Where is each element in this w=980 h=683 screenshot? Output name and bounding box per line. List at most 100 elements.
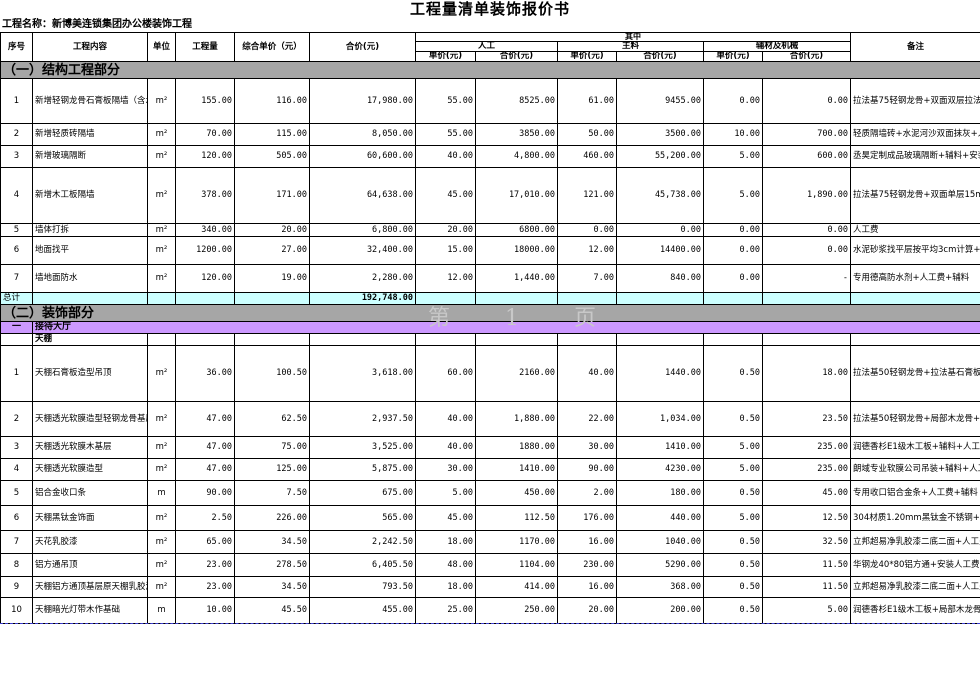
cell-mp: 61.00 [557,78,617,124]
cell-price: 505.00 [234,145,310,168]
cell-lt: 450.00 [475,480,558,506]
cell-amount: 17,980.00 [309,78,416,124]
cell-lt: 2160.00 [475,345,558,402]
header-among: 其中 [415,32,851,42]
cell-lt: 1104.00 [475,553,558,577]
cell-unit: m² [147,236,176,265]
cell-item: 天棚透光软膜造型轻钢龙骨基层 [32,401,148,437]
cell-ap: 0.00 [703,264,763,293]
cell-qty: 120.00 [175,264,235,293]
cell-item: 新增轻钢龙骨石膏板隔墙（含水泥板） [32,78,148,124]
cell-item: 天棚铝方通顶基层原天棚乳胶漆 [32,576,148,598]
cell-at: 23.50 [762,401,851,437]
cell-seq: 4 [0,167,33,224]
cell-item: 天花乳胶漆 [32,530,148,554]
cell-at: 1,890.00 [762,167,851,224]
page-break-line [0,623,980,624]
cell-mp: 230.00 [557,553,617,577]
cell-unit: m [147,480,176,506]
cell-note: 人工费 [850,223,980,237]
cell-ap: 0.50 [703,597,763,624]
cell-mt: 9455.00 [616,78,704,124]
cell-ap: 0.50 [703,401,763,437]
cell-seq: 6 [0,236,33,265]
table-row: 7 墙地面防水 m² 120.00 19.00 2,280.00 12.00 1,440.00… [0,264,980,293]
cell-seq: 6 [0,505,33,531]
cell-qty: 2.50 [175,505,235,531]
cell-at: 11.50 [762,553,851,577]
cell-lp: 5.00 [415,480,476,506]
cell-lt: 112.50 [475,505,558,531]
cell-lp: 40.00 [415,145,476,168]
cell-at: 11.50 [762,576,851,598]
cell-item: 铝方通吊顶 [32,553,148,577]
cell-ap: 5.00 [703,436,763,459]
cell-unit: m² [147,553,176,577]
cell-lp: 18.00 [415,530,476,554]
cell-mt: 200.00 [616,597,704,624]
cell-qty: 47.00 [175,401,235,437]
cell-note: 立邦超易净乳胶漆二底二面+人工费+辅料 [850,530,980,554]
cell-lt: 1,880.00 [475,401,558,437]
cell-lt: 18000.00 [475,236,558,265]
cell-ap: 0.50 [703,553,763,577]
table-row: 5 墙体打拆 m² 340.00 20.00 6,800.00 20.00 6800.00 0.… [0,223,980,237]
cell-ap: 0.50 [703,345,763,402]
cell-unit: m² [147,167,176,224]
cell-at: 32.50 [762,530,851,554]
cell-seq: 10 [0,597,33,624]
cell-item: 天棚透光软膜木基层 [32,436,148,459]
header-note: 备注 [850,32,980,62]
cell-item: 墙地面防水 [32,264,148,293]
cell-price: 278.50 [234,553,310,577]
cell-amount: 64,638.00 [309,167,416,224]
cell-lt: 250.00 [475,597,558,624]
cell-amount: 60,600.00 [309,145,416,168]
cell-lp: 20.00 [415,223,476,237]
cell-amount: 8,050.00 [309,123,416,146]
cell-price: 100.50 [234,345,310,402]
cell-seq: 1 [0,78,33,124]
cell-at: 235.00 [762,458,851,481]
cell-lp: 40.00 [415,401,476,437]
header-aux: 辅材及机械 [703,41,851,52]
cell-price: 171.00 [234,167,310,224]
table-row: 3 新增玻璃隔断 m² 120.00 505.00 60,600.00 40.00 4,800… [0,145,980,168]
table-row: 2 新增轻质砖隔墙 m² 70.00 115.00 8,050.00 55.00 3850.0… [0,123,980,146]
cell-amount: 565.00 [309,505,416,531]
header-aux-unit: 单价(元) [703,51,763,62]
cell-price: 45.50 [234,597,310,624]
cell-seq: 1 [0,345,33,402]
cell-mt: 1440.00 [616,345,704,402]
page-title: 工程量清单装饰报价书 [409,0,570,18]
cell-lt: 4,800.00 [475,145,558,168]
header-labor-unit: 单价(元) [415,51,476,62]
cell-qty: 340.00 [175,223,235,237]
table-row: 4 天棚透光软膜造型 m² 47.00 125.00 5,875.00 30.00 1410.… [0,458,980,481]
cell-item: 墙体打拆 [32,223,148,237]
cell-lp: 18.00 [415,576,476,598]
cell-unit: m² [147,123,176,146]
total-label: 总计 [0,292,33,305]
table-row: 1新增轻钢龙骨石膏板隔墙（含水泥板）m²155.00116.0017,980.0… [0,78,980,124]
cell-amount: 675.00 [309,480,416,506]
cell-lt: 6800.00 [475,223,558,237]
cell-amount: 6,800.00 [309,223,416,237]
cell-unit: m² [147,145,176,168]
cell-ap: 5.00 [703,167,763,224]
cell-mt: 1040.00 [616,530,704,554]
cell-item: 地面找平 [32,236,148,265]
cell-mt: 55,200.00 [616,145,704,168]
cell-amount: 5,875.00 [309,458,416,481]
cell-amount: 6,405.50 [309,553,416,577]
table-row: 7 天花乳胶漆 m² 65.00 34.50 2,242.50 18.00 1170.00 16… [0,530,980,554]
cell-mt: 3500.00 [616,123,704,146]
cell-lp: 45.00 [415,167,476,224]
cell-lp: 15.00 [415,236,476,265]
cell-mp: 2.00 [557,480,617,506]
cell-at: 0.00 [762,223,851,237]
table-row: 3 天棚透光软膜木基层 m² 47.00 75.00 3,525.00 40.00 1880.… [0,436,980,459]
cell-ap: 0.00 [703,223,763,237]
cell-ap: 5.00 [703,505,763,531]
cell-lt: 1,440.00 [475,264,558,293]
